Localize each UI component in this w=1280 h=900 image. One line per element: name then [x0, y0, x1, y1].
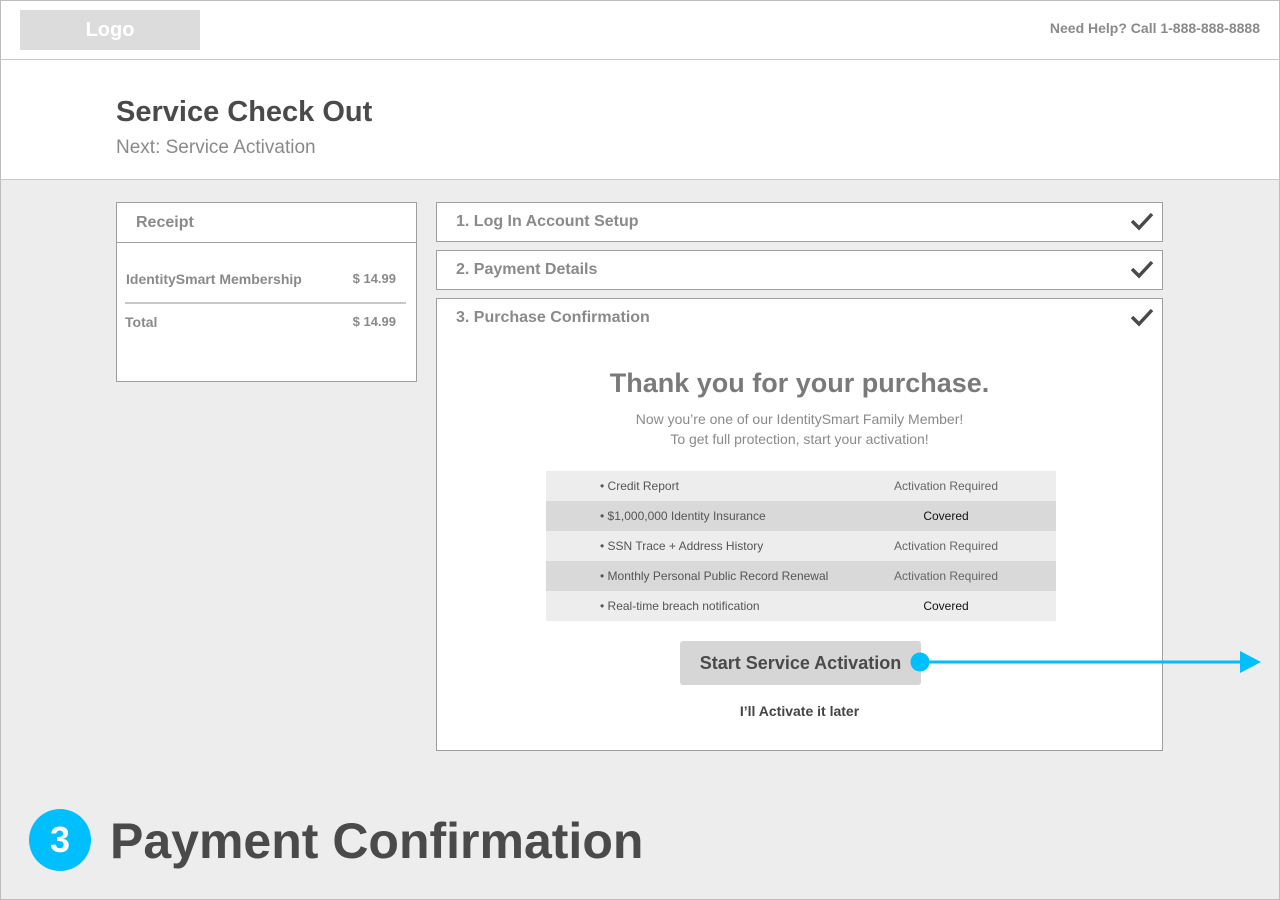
- step-label: 3. Purchase Confirmation: [456, 309, 650, 326]
- receipt-heading: Receipt: [117, 203, 416, 243]
- start-service-activation-button[interactable]: Start Service Activation: [680, 641, 921, 685]
- receipt-total-price: $ 14.99: [352, 314, 396, 329]
- table-row: • $1,000,000 Identity Insurance Covered: [546, 501, 1056, 531]
- annotation-title: Payment Confirmation: [110, 813, 644, 869]
- logo[interactable]: Logo: [20, 10, 200, 50]
- activate-later-link[interactable]: I’ll Activate it later: [437, 703, 1162, 719]
- feature-name: • Monthly Personal Public Record Renewal: [600, 569, 829, 583]
- receipt-divider: [125, 302, 406, 304]
- receipt-item-row: IdentitySmart Membership $ 14.99: [126, 271, 406, 287]
- feature-status: Covered: [923, 599, 969, 613]
- feature-status: Activation Required: [893, 569, 999, 583]
- step-label: 2. Payment Details: [456, 261, 598, 278]
- feature-status: Activation Required: [893, 539, 999, 553]
- table-row: • Credit Report Activation Required: [546, 471, 1056, 501]
- help-phone-text: Need Help? Call 1-888-888-8888: [1049, 20, 1260, 36]
- feature-name: • SSN Trace + Address History: [600, 539, 764, 553]
- flow-arrow-icon: [910, 651, 1261, 673]
- feature-name: • Credit Report: [600, 479, 679, 493]
- checkmark-icon: [1130, 212, 1154, 231]
- step-label: 1. Log In Account Setup: [456, 213, 639, 230]
- feature-name: • Real-time breach notification: [600, 599, 760, 613]
- confirmation-message-line2: To get full protection, start your activ…: [670, 431, 929, 447]
- thank-you-heading: Thank you for your purchase.: [609, 368, 990, 398]
- receipt-total-row: Total $ 14.99: [125, 314, 406, 330]
- purchase-confirmation-panel: Thank you for your purchase. Now you’re …: [436, 337, 1163, 751]
- receipt-total-label: Total: [125, 314, 158, 330]
- feature-status-table: • Credit Report Activation Required • $1…: [546, 471, 1056, 621]
- checkmark-icon: [1130, 308, 1154, 327]
- table-row: • Monthly Personal Public Record Renewal…: [546, 561, 1056, 591]
- table-row: • SSN Trace + Address History Activation…: [546, 531, 1056, 561]
- step-purchase-confirmation[interactable]: 3. Purchase Confirmation: [436, 298, 1163, 338]
- receipt-panel: Receipt IdentitySmart Membership $ 14.99…: [116, 202, 417, 382]
- step-payment-details[interactable]: 2. Payment Details: [436, 250, 1163, 290]
- page-subtitle: Next: Service Activation: [116, 137, 316, 158]
- page-title: Service Check Out: [116, 96, 373, 128]
- top-bar: Logo Need Help? Call 1-888-888-8888: [0, 0, 1280, 60]
- feature-name: • $1,000,000 Identity Insurance: [600, 509, 766, 523]
- receipt-item-price: $ 14.99: [352, 271, 396, 286]
- feature-status: Activation Required: [893, 479, 999, 493]
- checkmark-icon: [1130, 260, 1154, 279]
- receipt-item-name: IdentitySmart Membership: [126, 271, 302, 287]
- table-row: • Real-time breach notification Covered: [546, 591, 1056, 621]
- step-login-account-setup[interactable]: 1. Log In Account Setup: [436, 202, 1163, 242]
- page-header: Service Check Out Next: Service Activati…: [0, 60, 1280, 180]
- confirmation-message-line1: Now you’re one of our IdentitySmart Fami…: [635, 411, 964, 427]
- feature-status: Covered: [923, 509, 969, 523]
- step-number-badge: 3: [29, 809, 91, 871]
